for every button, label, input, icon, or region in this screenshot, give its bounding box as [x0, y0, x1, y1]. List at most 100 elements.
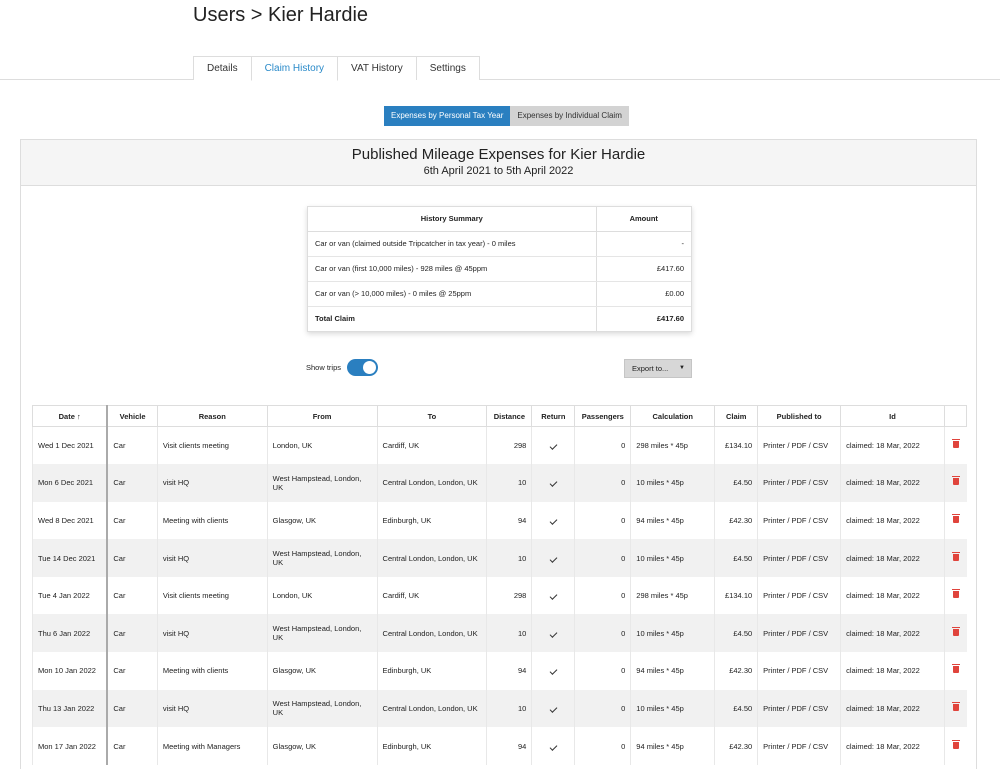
cell-calculation: 94 miles * 45p: [630, 501, 715, 540]
table-row[interactable]: Thu 13 Jan 2022 Car visit HQ West Hampstead…: [32, 689, 967, 728]
summary-label: Total Claim: [308, 306, 597, 331]
table-row[interactable]: Tue 14 Dec 2021 Car visit HQ West Hampstead…: [32, 539, 967, 577]
cell-delete: [943, 426, 967, 465]
cell-distance: 10: [486, 614, 532, 653]
trash-icon[interactable]: [951, 739, 960, 749]
cell-reason: Meeting with clients: [156, 501, 268, 540]
cell-date: Mon 17 Jan 2022: [32, 727, 108, 765]
table-row[interactable]: Wed 8 Dec 2021 Car Meeting with clients Gla…: [32, 501, 967, 540]
col-vehicle[interactable]: Vehicle: [106, 405, 158, 427]
col-from[interactable]: From: [266, 405, 378, 427]
tab-settings[interactable]: Settings: [415, 56, 480, 80]
trash-icon[interactable]: [951, 439, 960, 449]
cell-date: Tue 4 Jan 2022: [32, 576, 108, 615]
table-row[interactable]: Mon 10 Jan 2022 Car Meeting with clients Gl…: [32, 652, 967, 690]
check-icon: [549, 517, 558, 525]
trips-table: Date ↑ Vehicle Reason From To Distance R…: [32, 405, 968, 765]
cell-from: Glasgow, UK: [266, 501, 378, 540]
cell-return: [531, 539, 575, 577]
col-distance[interactable]: Distance: [486, 405, 533, 427]
cell-delete: [943, 614, 967, 653]
col-date[interactable]: Date ↑: [32, 405, 108, 427]
cell-return: [531, 501, 575, 540]
table-row[interactable]: Mon 6 Dec 2021 Car visit HQ West Hampstead,…: [32, 464, 967, 502]
cell-calculation: 94 miles * 45p: [630, 727, 715, 765]
cell-distance: 298: [486, 576, 532, 615]
cell-to: Central London, London, UK: [376, 539, 487, 577]
trash-icon[interactable]: [951, 476, 960, 486]
cell-calculation: 298 miles * 45p: [630, 426, 715, 465]
cell-vehicle: Car: [106, 652, 158, 690]
panel-title: Published Mileage Expenses for Kier Hard…: [351, 146, 646, 163]
table-row[interactable]: Wed 1 Dec 2021 Car Visit clients meeting Lo…: [32, 426, 967, 465]
col-reason[interactable]: Reason: [156, 405, 268, 427]
cell-passengers: 0: [574, 576, 631, 615]
summary-amount: £0.00: [596, 281, 691, 307]
cell-to: Central London, London, UK: [376, 689, 487, 728]
table-row[interactable]: Thu 6 Jan 2022 Car visit HQ West Hampstead,…: [32, 614, 967, 653]
by-claim-button[interactable]: Expenses by Individual Claim: [510, 106, 629, 126]
cell-id: claimed: 18 Mar, 2022: [840, 652, 945, 690]
cell-id: claimed: 18 Mar, 2022: [840, 727, 945, 765]
col-claim[interactable]: Claim: [714, 405, 759, 427]
table-row[interactable]: Tue 4 Jan 2022 Car Visit clients meeting Lo…: [32, 576, 967, 615]
trash-icon[interactable]: [951, 626, 960, 636]
cell-published: Printer / PDF / CSV: [757, 539, 841, 577]
by-tax-year-button[interactable]: Expenses by Personal Tax Year: [384, 106, 511, 126]
cell-claim: £4.50: [714, 539, 758, 577]
cell-delete: [943, 501, 967, 540]
summary-amount: -: [596, 231, 691, 257]
cell-date: Tue 14 Dec 2021: [32, 539, 108, 577]
col-calculation[interactable]: Calculation: [630, 405, 716, 427]
tab-claim-history[interactable]: Claim History: [250, 56, 339, 81]
cell-distance: 94: [486, 501, 532, 540]
show-trips-toggle[interactable]: [347, 359, 379, 376]
col-id[interactable]: Id: [840, 405, 945, 427]
cell-published: Printer / PDF / CSV: [757, 501, 841, 540]
tab-details[interactable]: Details: [193, 56, 252, 80]
summary-amount: £417.60: [596, 256, 691, 282]
cell-date: Wed 1 Dec 2021: [32, 426, 108, 465]
cell-from: London, UK: [266, 426, 378, 465]
cell-return: [531, 652, 575, 690]
cell-published: Printer / PDF / CSV: [757, 426, 841, 465]
summary-label: Car or van (first 10,000 miles) - 928 mi…: [308, 256, 597, 282]
export-dropdown[interactable]: Export to... ▼: [624, 359, 692, 378]
cell-claim: £42.30: [714, 652, 758, 690]
panel-header: Published Mileage Expenses for Kier Hard…: [21, 140, 976, 186]
cell-id: claimed: 18 Mar, 2022: [840, 426, 945, 465]
tab-bar: Details Claim History VAT History Settin…: [0, 56, 1000, 81]
cell-calculation: 298 miles * 45p: [630, 576, 715, 615]
cell-to: Central London, London, UK: [376, 464, 487, 502]
trash-icon[interactable]: [951, 513, 960, 523]
trash-icon[interactable]: [951, 551, 960, 561]
tab-vat-history[interactable]: VAT History: [337, 56, 417, 80]
cell-to: Edinburgh, UK: [376, 652, 487, 690]
cell-from: Glasgow, UK: [266, 652, 378, 690]
cell-id: claimed: 18 Mar, 2022: [840, 576, 945, 615]
cell-reason: visit HQ: [156, 689, 268, 728]
cell-delete: [943, 689, 967, 728]
cell-distance: 10: [486, 464, 532, 502]
trash-icon[interactable]: [951, 589, 960, 599]
col-passengers[interactable]: Passengers: [574, 405, 632, 427]
cell-published: Printer / PDF / CSV: [757, 464, 841, 502]
col-return[interactable]: Return: [531, 405, 576, 427]
cell-calculation: 10 miles * 45p: [630, 464, 715, 502]
cell-to: Cardiff, UK: [376, 576, 487, 615]
check-icon: [549, 442, 558, 450]
check-icon: [549, 629, 558, 638]
breadcrumb: Users > Kier Hardie: [193, 4, 369, 26]
cell-reason: Meeting with clients: [156, 652, 268, 690]
cell-calculation: 10 miles * 45p: [630, 539, 715, 577]
view-toggle: Expenses by Personal Tax Year Expenses b…: [384, 106, 629, 126]
cell-vehicle: Car: [106, 614, 158, 653]
cell-return: [531, 426, 575, 465]
trash-icon[interactable]: [951, 664, 960, 674]
cell-passengers: 0: [574, 501, 631, 540]
cell-claim: £134.10: [714, 426, 758, 465]
col-to[interactable]: To: [376, 405, 488, 427]
col-published[interactable]: Published to: [757, 405, 842, 427]
table-row[interactable]: Mon 17 Jan 2022 Car Meeting with Managers G…: [32, 727, 967, 765]
trash-icon[interactable]: [951, 701, 960, 711]
